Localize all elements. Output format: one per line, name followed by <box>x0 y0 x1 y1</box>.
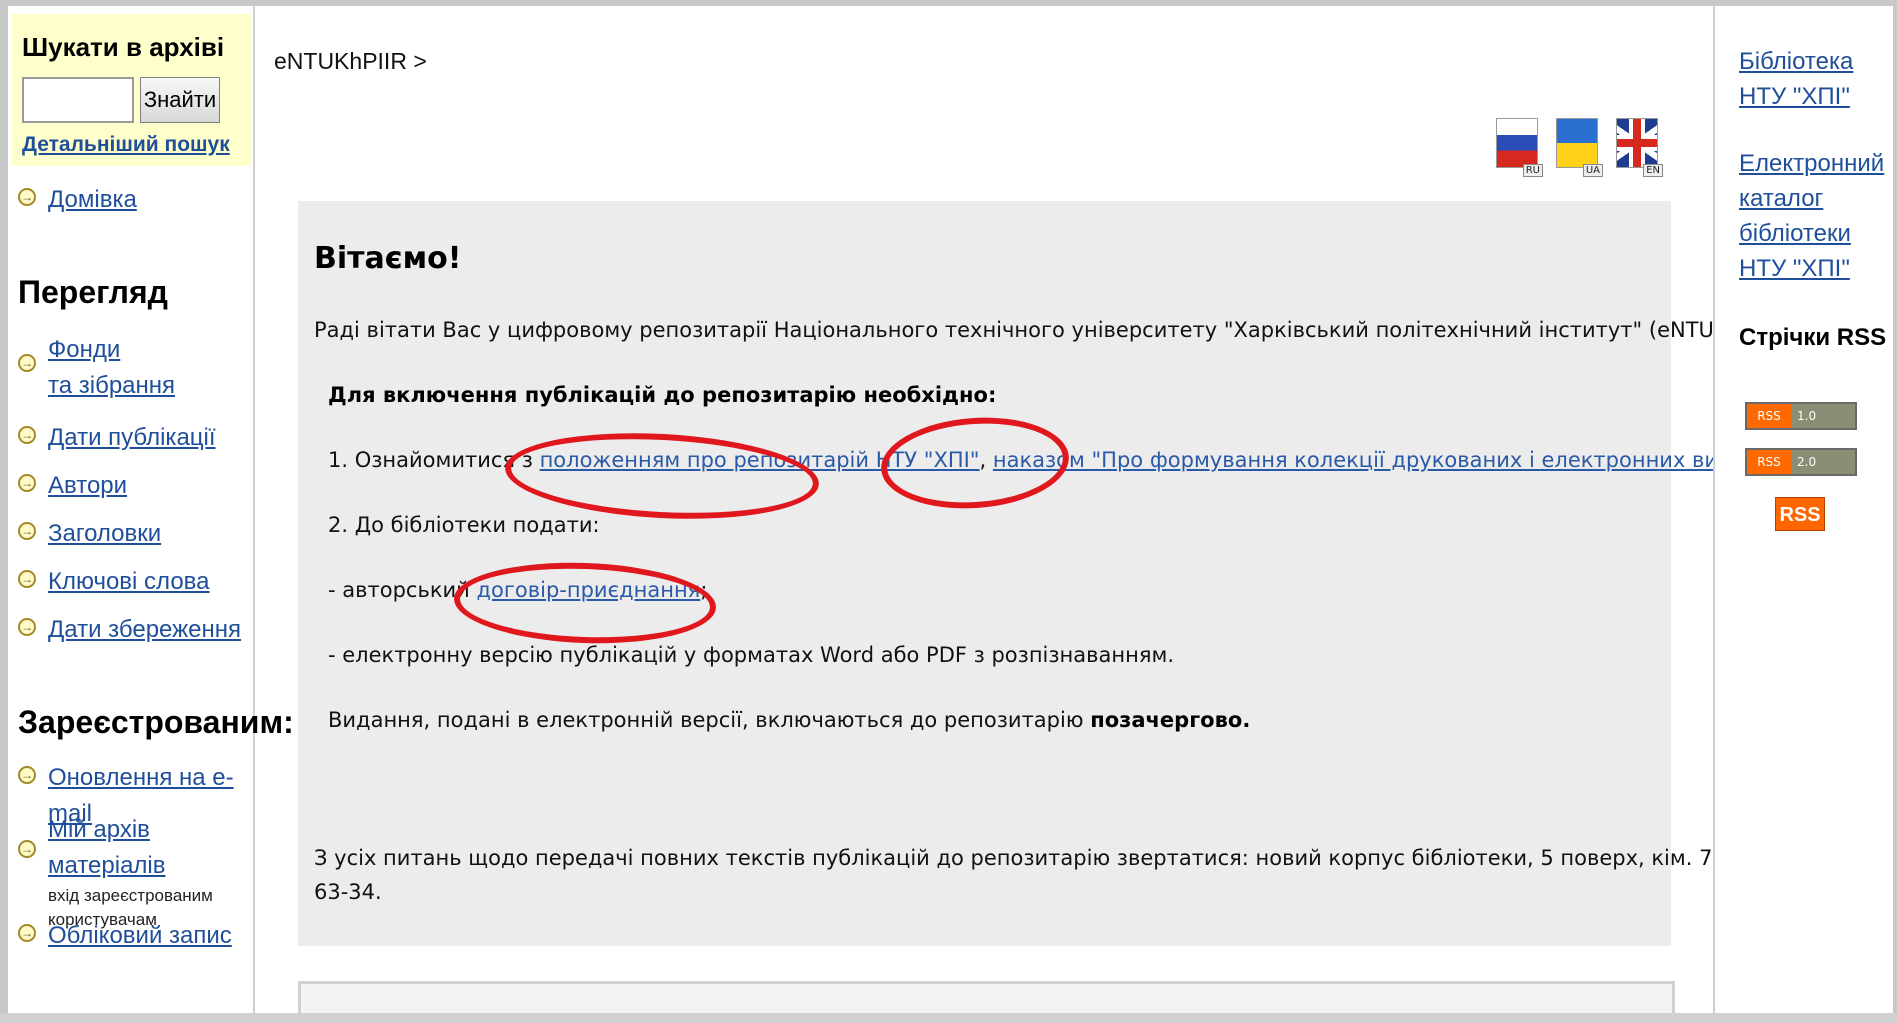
secondary-panel <box>298 981 1675 1016</box>
nav-item-collections[interactable]: → Фонди та зібрання <box>18 332 175 404</box>
rss-1-label: RSS <box>1747 404 1791 428</box>
priority-note-text: Видання, подані в електронній версії, вк… <box>328 708 1091 732</box>
rss-1-version: 1.0 <box>1791 404 1855 428</box>
search-button[interactable]: Знайти <box>140 77 220 123</box>
catalog-link-line-4: НТУ "ХПІ" <box>1739 255 1850 282</box>
welcome-panel: Вітаємо! Раді вітати Вас у цифровому реп… <box>298 201 1846 946</box>
arrow-bullet-icon: → <box>18 522 36 540</box>
nav-item-titles[interactable]: → Заголовки <box>18 516 161 552</box>
left-sidebar: Шукати в архіві Знайти Детальніший пошук… <box>8 6 294 1016</box>
browse-heading: Перегляд <box>18 274 168 310</box>
nav-link-home[interactable]: Домівка <box>48 182 137 218</box>
search-input[interactable] <box>22 77 134 123</box>
nav-link-collections[interactable]: Фонди <box>48 332 175 368</box>
contact-line-1: З усіх питань щодо передачі повних текст… <box>314 846 1846 870</box>
nav-item-my-archive[interactable]: → Мій архів матеріалів вхід зареєстрован… <box>18 812 253 932</box>
contact-line-2: 63-34. <box>314 880 382 904</box>
agreement-prefix: - авторський <box>328 578 477 602</box>
registered-heading: Зареєстрованим: <box>18 704 294 740</box>
step-1-prefix: 1. Ознайомитися з <box>328 448 540 472</box>
step-1: 1. Ознайомитися з положенням про репозит… <box>328 443 1795 477</box>
rss-title: Стрічки RSS <box>1739 324 1887 351</box>
catalog-link-line-2: каталог <box>1739 185 1824 212</box>
arrow-bullet-icon: → <box>18 924 36 942</box>
english-flag-icon[interactable]: EN <box>1616 118 1663 177</box>
rss-button[interactable]: RSS <box>1775 497 1825 531</box>
catalog-link-line-3: бібліотеки <box>1739 220 1851 247</box>
flag-code-ua: UA <box>1582 164 1603 177</box>
step-1-sep: , <box>979 448 993 472</box>
rss-1-badge[interactable]: RSS 1.0 <box>1745 402 1857 430</box>
rss-2-label: RSS <box>1747 450 1791 474</box>
nav-item-accession-dates[interactable]: → Дати збереження <box>18 612 241 648</box>
arrow-bullet-icon: → <box>18 474 36 492</box>
arrow-bullet-icon: → <box>18 840 36 858</box>
nav-link-profile[interactable]: Обліковий запис <box>48 918 232 954</box>
nav-link-authors[interactable]: Автори <box>48 468 127 504</box>
my-archive-note: вхід зареєстрованим <box>48 886 213 905</box>
nav-item-authors[interactable]: → Автори <box>18 468 127 504</box>
step-2: 2. До бібліотеки подати: <box>328 513 600 537</box>
list-item-agreement: - авторський договір-приєднання; <box>328 573 707 607</box>
nav-link-titles[interactable]: Заголовки <box>48 516 161 552</box>
browser-page: Шукати в архіві Знайти Детальніший пошук… <box>8 6 1893 1016</box>
arrow-bullet-icon: → <box>18 766 36 784</box>
advanced-search-link[interactable]: Детальніший пошук <box>22 133 251 157</box>
regulation-link[interactable]: положенням про репозитарій НТУ "ХПІ" <box>540 448 980 472</box>
agreement-end: ; <box>700 578 708 602</box>
library-link[interactable]: Бібліотека НТУ "ХПІ" <box>1739 44 1853 114</box>
flag-code-ru: RU <box>1522 164 1543 177</box>
requirements-heading: Для включення публікацій до репозитарію … <box>328 383 997 407</box>
rss-2-version: 2.0 <box>1791 450 1855 474</box>
ukrainian-flag-icon[interactable]: UA <box>1556 118 1603 177</box>
bottom-edge <box>0 1013 1897 1023</box>
intro-text: Раді вітати Вас у цифровому репозитарії … <box>314 318 1789 342</box>
priority-note-bold: позачергово. <box>1090 708 1251 732</box>
nav-item-profile[interactable]: → Обліковий запис <box>18 918 232 954</box>
nav-item-home[interactable]: → Домівка <box>18 182 137 218</box>
catalog-link[interactable]: Електронний каталог бібліотеки НТУ "ХПІ" <box>1739 146 1884 286</box>
list-item-electronic-version: - електронну версію публікацій у формата… <box>328 643 1175 667</box>
arrow-bullet-icon: → <box>18 618 36 636</box>
nav-item-dates[interactable]: → Дати публікації <box>18 420 216 456</box>
order-link[interactable]: наказом "Про формування колекції друкова… <box>993 448 1781 472</box>
library-link-line-1: Бібліотека <box>1739 48 1854 75</box>
nav-link-collections-2[interactable]: та зібрання <box>48 368 175 404</box>
arrow-bullet-icon: → <box>18 188 36 206</box>
flag-code-en: EN <box>1643 164 1663 177</box>
right-sidebar: Бібліотека НТУ "ХПІ" Електронний каталог… <box>1713 6 1893 1016</box>
catalog-link-line-1: Електронний <box>1739 150 1885 177</box>
welcome-heading: Вітаємо! <box>314 241 462 276</box>
nav-link-keywords[interactable]: Ключові слова <box>48 564 210 600</box>
nav-link-accession-dates[interactable]: Дати збереження <box>48 612 241 648</box>
nav-link-my-archive[interactable]: Мій архів матеріалів <box>48 812 253 884</box>
arrow-bullet-icon: → <box>18 426 36 444</box>
priority-note: Видання, подані в електронній версії, вк… <box>328 703 1250 737</box>
search-panel: Шукати в архіві Знайти Детальніший пошук <box>12 14 251 166</box>
agreement-link[interactable]: договір-приєднання <box>477 578 701 602</box>
search-title: Шукати в архіві <box>22 32 225 62</box>
russian-flag-icon[interactable]: RU <box>1496 118 1543 177</box>
rss-2-badge[interactable]: RSS 2.0 <box>1745 448 1857 476</box>
breadcrumb[interactable]: eNTUKhPIIR > <box>274 48 427 75</box>
language-switcher: RU UA EN <box>1496 118 1663 177</box>
library-link-line-2: НТУ "ХПІ" <box>1739 83 1850 110</box>
arrow-bullet-icon: → <box>18 570 36 588</box>
nav-item-keywords[interactable]: → Ключові слова <box>18 564 210 600</box>
nav-link-dates[interactable]: Дати публікації <box>48 420 216 456</box>
arrow-bullet-icon: → <box>18 354 36 372</box>
